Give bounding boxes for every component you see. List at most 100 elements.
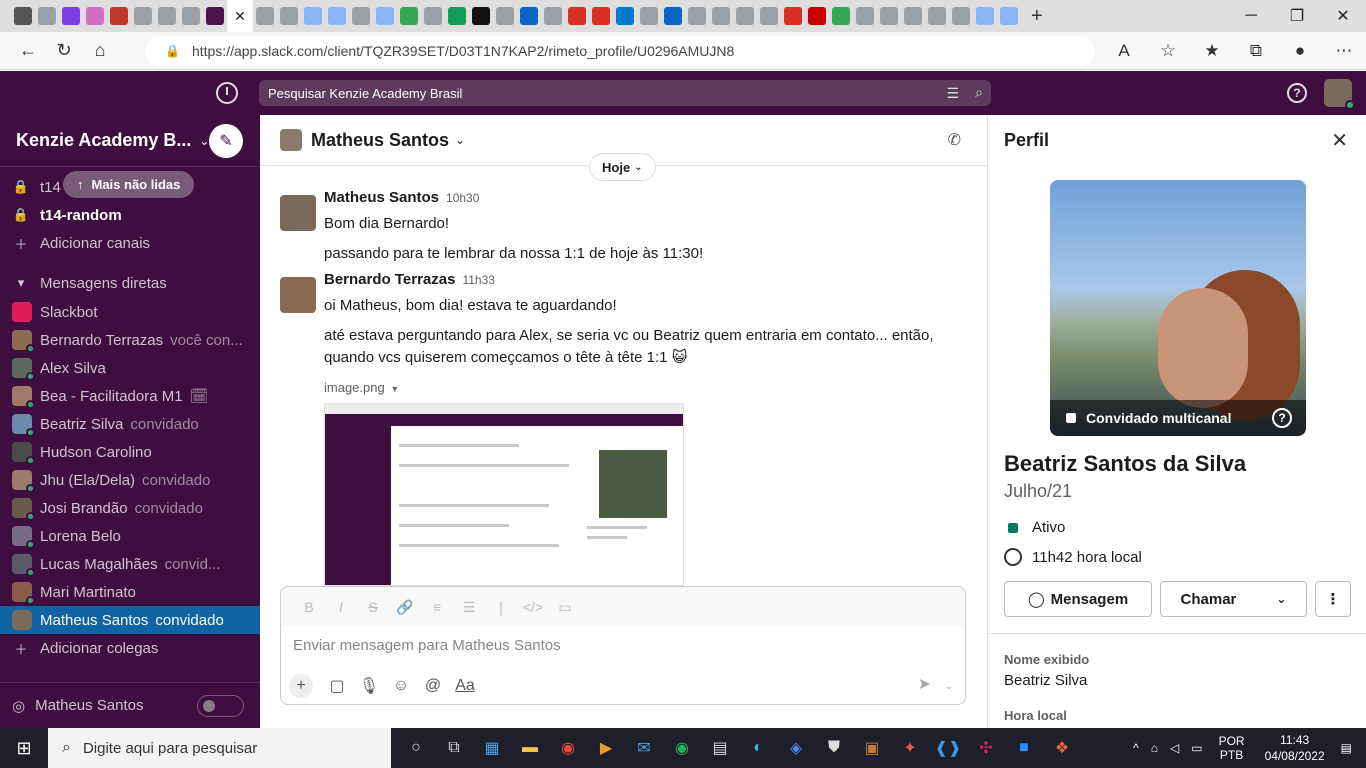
- send-icon[interactable]: ➤: [918, 674, 931, 694]
- workspace-header[interactable]: Kenzie Academy B... ⌄ ✎: [0, 115, 260, 167]
- minimize-icon[interactable]: ─: [1228, 0, 1274, 32]
- tab-favicon[interactable]: [928, 7, 946, 25]
- phone-icon[interactable]: ✆: [948, 130, 961, 150]
- tab-favicon[interactable]: [328, 7, 346, 25]
- sidebar-dm-item[interactable]: Bea - Facilitadora M1 🗓: [0, 382, 260, 410]
- app-icon[interactable]: ◈: [777, 728, 815, 768]
- close-icon[interactable]: ✕: [1331, 128, 1348, 153]
- avatar[interactable]: [280, 277, 316, 313]
- store-icon[interactable]: ▦: [473, 728, 511, 768]
- sidebar-dm-item[interactable]: Matheus Santos convidado: [0, 606, 260, 634]
- emoji-icon[interactable]: ☺: [385, 677, 417, 695]
- text-format-button[interactable]: Aa: [449, 677, 481, 695]
- code-block-icon[interactable]: ▭: [549, 599, 581, 616]
- code-icon[interactable]: </>: [517, 599, 549, 615]
- tab-favicon[interactable]: [110, 7, 128, 25]
- ordered-list-icon[interactable]: ≡: [421, 599, 453, 615]
- tab-favicon[interactable]: [1000, 7, 1018, 25]
- more-unread-button[interactable]: ↑ Mais não lidas: [63, 171, 195, 198]
- strikethrough-icon[interactable]: S: [357, 599, 389, 615]
- compose-icon[interactable]: ✎: [209, 124, 243, 158]
- show-hidden-icons[interactable]: ^: [1133, 741, 1139, 755]
- input-language[interactable]: POR PTB: [1219, 734, 1245, 762]
- message-author[interactable]: Matheus Santos 10h30: [324, 189, 479, 206]
- link-icon[interactable]: 🔗: [389, 599, 421, 616]
- profile-photo[interactable]: Convidado multicanal ?: [1050, 180, 1306, 436]
- plus-icon[interactable]: +: [289, 674, 313, 698]
- spotify-icon[interactable]: ◉: [663, 728, 701, 768]
- huddle-toggle[interactable]: [197, 695, 244, 717]
- tab-favicon[interactable]: [376, 7, 394, 25]
- task-view-icon[interactable]: ⧉: [435, 728, 473, 768]
- attachment-image[interactable]: [324, 403, 684, 586]
- sidebar-dm-item[interactable]: Lorena Belo: [0, 522, 260, 550]
- network-icon[interactable]: ⌂: [1151, 741, 1158, 755]
- battery-icon[interactable]: ▭: [1191, 741, 1202, 755]
- avatar[interactable]: [280, 195, 316, 231]
- tab-favicon[interactable]: [808, 7, 826, 25]
- add-colleagues-button[interactable]: ＋ Adicionar colegas: [0, 634, 260, 662]
- tab-favicon[interactable]: [472, 7, 490, 25]
- author-name[interactable]: Bernardo Terrazas: [324, 271, 455, 288]
- tab-favicon[interactable]: [520, 7, 538, 25]
- sidebar-dm-item[interactable]: Mari Martinato: [0, 578, 260, 606]
- message-composer[interactable]: B I S 🔗 ≡ ☰ ❘ </> ▭ Enviar mensagem para…: [280, 586, 966, 705]
- tab-favicon[interactable]: [424, 7, 442, 25]
- taskbar-clock[interactable]: 11:43 04/08/2022: [1265, 732, 1325, 764]
- sidebar-dm-item[interactable]: Bernardo Terrazas você con...: [0, 326, 260, 354]
- add-channels-button[interactable]: ＋ Adicionar canais: [0, 229, 260, 257]
- sidebar-dm-item[interactable]: Josi Brandão convidado: [0, 494, 260, 522]
- add-favorite-icon[interactable]: ☆: [1146, 41, 1190, 61]
- sidebar-dm-item[interactable]: Lucas Magalhães convid...: [0, 550, 260, 578]
- video-icon[interactable]: ▢: [321, 676, 353, 696]
- message-time[interactable]: 10h30: [446, 191, 479, 205]
- collections-icon[interactable]: ⧉: [1234, 41, 1278, 61]
- dm-section-header[interactable]: ▾ Mensagens diretas: [0, 269, 260, 297]
- address-bar[interactable]: 🔒 https://app.slack.com/client/TQZR39SET…: [145, 36, 1095, 66]
- composer-input[interactable]: Enviar mensagem para Matheus Santos: [293, 637, 561, 654]
- profile-avatar-icon[interactable]: ●: [1278, 41, 1322, 61]
- tab-favicon[interactable]: [712, 7, 730, 25]
- tab-favicon[interactable]: [86, 7, 104, 25]
- call-button[interactable]: Chamar ⌄: [1160, 581, 1307, 617]
- edge-icon[interactable]: ◐: [739, 728, 777, 768]
- history-icon[interactable]: [216, 82, 238, 104]
- tab-favicon[interactable]: [688, 7, 706, 25]
- search-icon[interactable]: ⌕: [975, 84, 983, 101]
- tab-favicon[interactable]: [568, 7, 586, 25]
- app-icon[interactable]: ❖: [1043, 728, 1081, 768]
- tab-actions-icon[interactable]: [14, 7, 32, 25]
- sidebar-dm-item[interactable]: Alex Silva: [0, 354, 260, 382]
- volume-icon[interactable]: ◁: [1170, 741, 1179, 755]
- italic-icon[interactable]: I: [325, 599, 357, 615]
- tab-favicon[interactable]: [182, 7, 200, 25]
- taskbar-search-input[interactable]: ⌕ Digite aqui para pesquisar: [48, 728, 391, 768]
- tab-favicon[interactable]: [856, 7, 874, 25]
- author-name[interactable]: Matheus Santos: [324, 189, 439, 206]
- filter-icon[interactable]: ☰: [946, 85, 959, 102]
- sidebar-dm-item[interactable]: Hudson Carolino: [0, 438, 260, 466]
- microphone-icon[interactable]: 🎙: [353, 676, 385, 696]
- media-icon[interactable]: ▶: [587, 728, 625, 768]
- search-input[interactable]: Pesquisar Kenzie Academy Brasil ☰ ⌕: [259, 80, 991, 106]
- user-avatar[interactable]: [1324, 79, 1355, 110]
- tab-favicon[interactable]: [400, 7, 418, 25]
- back-icon[interactable]: ←: [10, 35, 46, 67]
- tab-favicon[interactable]: [664, 7, 682, 25]
- mention-icon[interactable]: @: [417, 677, 449, 695]
- tab-favicon[interactable]: [904, 7, 922, 25]
- sidebar-dm-item[interactable]: Beatriz Silva convidado: [0, 410, 260, 438]
- message-time[interactable]: 11h33: [462, 273, 494, 287]
- reload-icon[interactable]: ↻: [46, 35, 82, 67]
- help-icon[interactable]: ?: [1272, 408, 1292, 428]
- channel-title[interactable]: Matheus Santos: [311, 130, 449, 151]
- notifications-icon[interactable]: ▤: [1341, 741, 1352, 755]
- calculator-icon[interactable]: ▤: [701, 728, 739, 768]
- read-aloud-icon[interactable]: A: [1102, 41, 1146, 61]
- sidebar-dm-item[interactable]: Slackbot: [0, 298, 260, 326]
- message-button[interactable]: ◯ Mensagem: [1004, 581, 1152, 617]
- cortana-icon[interactable]: ○: [397, 728, 435, 768]
- tab-favicon[interactable]: [352, 7, 370, 25]
- blockquote-icon[interactable]: ❘: [485, 599, 517, 616]
- security-icon[interactable]: ⛊: [815, 728, 853, 768]
